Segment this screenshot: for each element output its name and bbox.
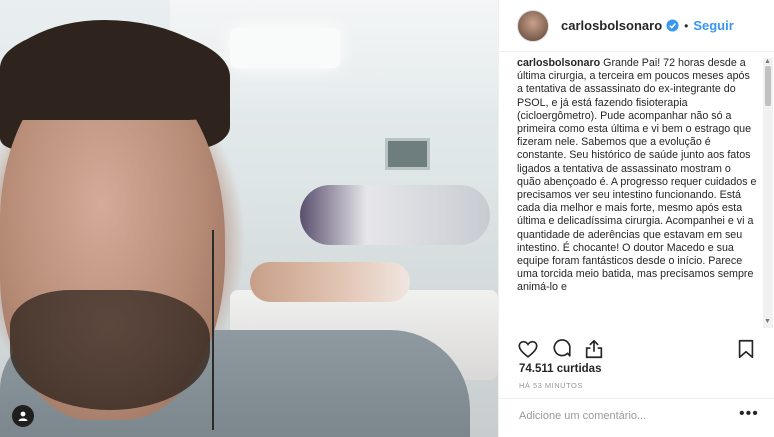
post-photo[interactable] [0,0,498,437]
tagged-user-button[interactable] [12,405,34,427]
photo-patient [250,262,410,302]
user-icon [18,411,28,421]
share-icon[interactable] [583,338,605,360]
post-header: carlosbolsonaro • Seguir [499,0,774,52]
photo-cycle-ergometer [300,185,490,245]
photo-earphone-cable [212,230,214,430]
caption-scroll-thumb[interactable] [765,66,771,106]
comment-input[interactable]: Adicione um comentário... [519,410,646,422]
photo-beard [10,290,210,410]
caption-text: Grande Pai! 72 horas desde a última ciru… [517,57,757,294]
caption-username[interactable]: carlosbolsonaro [517,57,600,69]
bookmark-icon[interactable] [735,338,757,360]
post-side-panel: carlosbolsonaro • Seguir carlosbolsonaro… [498,0,774,437]
follow-button[interactable]: Seguir [693,18,733,33]
more-options-icon[interactable]: ••• [739,405,759,423]
post-caption: carlosbolsonaro Grande Pai! 72 horas des… [517,57,757,327]
photo-monitor [385,138,430,170]
post-time[interactable]: HÁ 53 MINUTOS [519,381,583,390]
heart-icon[interactable] [517,338,539,360]
scroll-down-icon[interactable]: ▼ [764,318,771,325]
photo-surgical-light [230,28,340,68]
scroll-up-icon[interactable]: ▲ [764,58,771,65]
avatar[interactable] [517,9,549,42]
post-actions [517,338,767,360]
comment-icon[interactable] [551,338,573,360]
comment-bar: Adicione um comentário... ••• [499,398,774,437]
header-separator: • [684,18,689,33]
likes-count[interactable]: 74.511 curtidas [519,363,601,375]
verified-badge-icon [666,19,679,32]
header-username[interactable]: carlosbolsonaro [561,18,662,33]
